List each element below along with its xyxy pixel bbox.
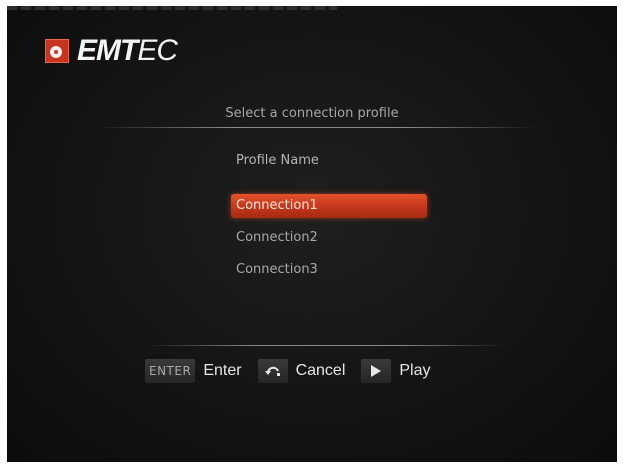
brand-name-bold: EMT — [77, 34, 138, 67]
brand-logo: EMTEC — [45, 34, 178, 67]
tv-screen: EMTEC Select a connection profile Profil… — [7, 6, 617, 462]
button-hints: ENTER Enter Cancel Play — [145, 359, 447, 383]
play-icon — [371, 365, 382, 377]
profile-item-connection2[interactable]: Connection2 — [231, 226, 427, 250]
brand-name-light: EC — [137, 34, 178, 67]
cancel-hint-label: Cancel — [295, 362, 346, 379]
page-title: Select a connection profile — [225, 106, 399, 121]
profile-list: Connection1 Connection2 Connection3 — [231, 194, 427, 290]
play-hint-label: Play — [399, 362, 431, 379]
bottom-divider — [147, 345, 507, 346]
profile-item-connection3[interactable]: Connection3 — [231, 258, 427, 282]
cancel-key[interactable] — [257, 359, 288, 383]
speaker-logo-icon — [45, 39, 69, 63]
profile-item-connection1[interactable]: Connection1 — [231, 194, 427, 218]
enter-hint-label: Enter — [203, 362, 242, 379]
profile-name-header: Profile Name — [236, 153, 319, 168]
overscan-strip — [7, 6, 337, 10]
top-divider — [97, 127, 537, 128]
play-key[interactable] — [361, 359, 392, 383]
enter-key[interactable]: ENTER — [145, 359, 196, 383]
brand-name: EMTEC — [77, 34, 178, 67]
return-arrow-icon — [264, 366, 280, 376]
